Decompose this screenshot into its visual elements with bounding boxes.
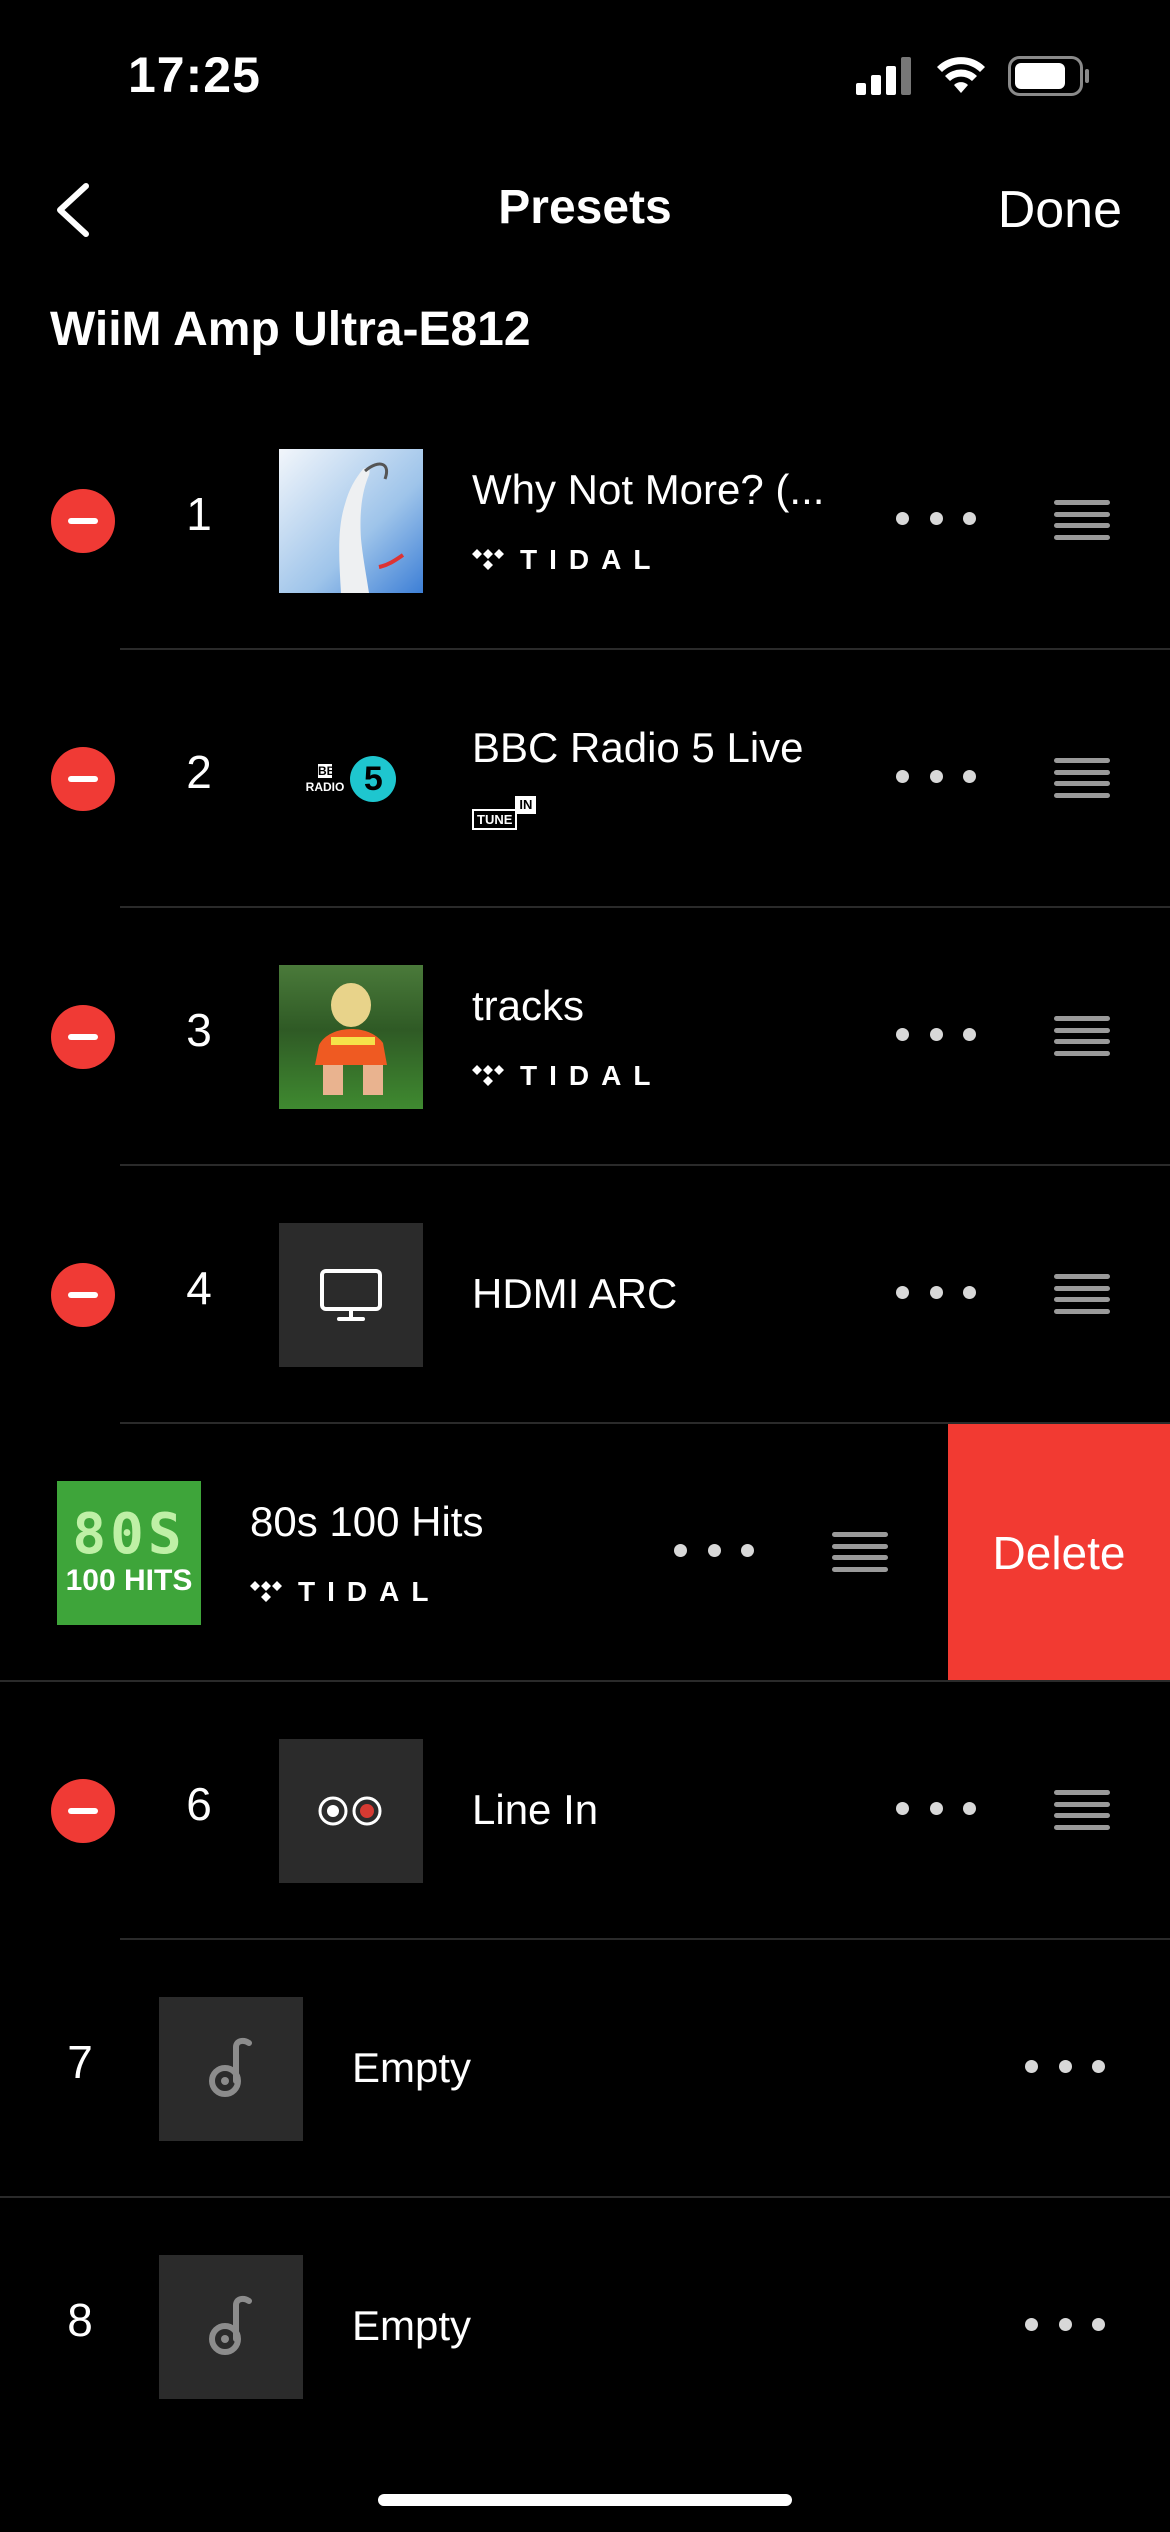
cellular-signal-icon [856,57,911,95]
preset-artwork [279,965,423,1109]
device-name: WiiM Amp Ultra-E812 [50,303,531,356]
remove-preset-button[interactable] [51,1263,115,1327]
presets-list: 1 Why Not More? (... TIDAL 2 BBC RADIO 5… [0,392,1170,2456]
remove-preset-button[interactable] [51,1005,115,1069]
tidal-icon [472,1065,504,1086]
tidal-icon [472,549,504,570]
more-options-button[interactable] [1025,2046,1105,2086]
more-options-button[interactable] [896,1272,976,1312]
tidal-logo: TIDAL [250,1576,440,1608]
preset-title: 80s 100 Hits [250,1498,484,1545]
status-bar: 17:25 [0,0,1170,150]
preset-number: 7 [67,2036,93,2088]
preset-row-5[interactable]: 80S 100 HITS 80s 100 Hits TIDAL Delete [0,1424,1170,1682]
preset-row-3[interactable]: 3 tracks TIDAL [0,908,1170,1166]
line-in-icon [318,1796,382,1826]
nav-bar: Presets Done [0,160,1170,260]
reorder-handle[interactable] [1054,1016,1110,1056]
more-options-button[interactable] [896,1014,976,1054]
preset-artwork [159,1997,303,2141]
preset-title: Line In [472,1786,599,1833]
preset-row-6[interactable]: 6 Line In [0,1682,1170,1940]
preset-artwork [279,1223,423,1367]
source-label: TIDAL [520,544,663,575]
preset-title: Empty [352,2044,472,2091]
preset-title: Why Not More? (... [472,466,825,513]
preset-number: 6 [186,1778,212,1830]
reorder-handle[interactable] [1054,1274,1110,1314]
more-options-button[interactable] [896,756,976,796]
battery-icon [1008,56,1089,96]
wifi-icon [937,57,985,93]
preset-row-2[interactable]: 2 BBC RADIO 5 BBC Radio 5 Live TUNE IN [0,650,1170,908]
preset-row-4[interactable]: 4 HDMI ARC [0,1166,1170,1424]
remove-preset-button[interactable] [51,489,115,553]
preset-row-1[interactable]: 1 Why Not More? (... TIDAL [0,392,1170,650]
reorder-handle[interactable] [1054,500,1110,540]
remove-preset-button[interactable] [51,747,115,811]
more-options-button[interactable] [896,1788,976,1828]
preset-row-7[interactable]: 7 Empty [0,1940,1170,2198]
preset-number: 8 [67,2294,93,2346]
source-label: TIDAL [298,1576,441,1607]
preset-title: tracks [472,982,585,1029]
music-note-icon [209,2037,252,2097]
tidal-icon [250,1581,282,1602]
preset-number: 4 [186,1262,212,1314]
preset-artwork [279,449,423,593]
tidal-logo: TIDAL [472,1060,662,1092]
reorder-handle[interactable] [1054,1790,1110,1830]
music-note-icon [209,2295,252,2355]
preset-number: 1 [186,488,212,540]
preset-artwork [159,2255,303,2399]
preset-row-8[interactable]: 8 Empty [0,2198,1170,2456]
status-time: 17:25 [128,47,261,103]
tunein-logo: TUNE IN [472,796,537,830]
more-options-button[interactable] [674,1530,754,1570]
bbc-radio-5-logo: BBC RADIO 5 [279,707,423,851]
80s-100-hits-cover: 80S 100 HITS [57,1481,201,1625]
preset-title: BBC Radio 5 Live [472,724,804,771]
home-indicator[interactable] [378,2494,792,2506]
reorder-handle[interactable] [832,1532,888,1572]
more-options-button[interactable] [896,498,976,538]
more-options-button[interactable] [1025,2304,1105,2344]
preset-number: 3 [186,1004,212,1056]
tidal-logo: TIDAL [472,544,662,576]
page-title: Presets [498,181,672,234]
preset-title: Empty [352,2302,472,2349]
tv-icon [320,1269,382,1321]
preset-artwork [279,1739,423,1883]
delete-button[interactable]: Delete [948,1424,1170,1682]
reorder-handle[interactable] [1054,758,1110,798]
source-label: TIDAL [520,1060,663,1091]
done-button[interactable]: Done [998,180,1122,240]
remove-preset-button[interactable] [51,1779,115,1843]
preset-number: 2 [186,746,212,798]
status-icons [856,56,1090,96]
preset-title: HDMI ARC [472,1270,678,1317]
